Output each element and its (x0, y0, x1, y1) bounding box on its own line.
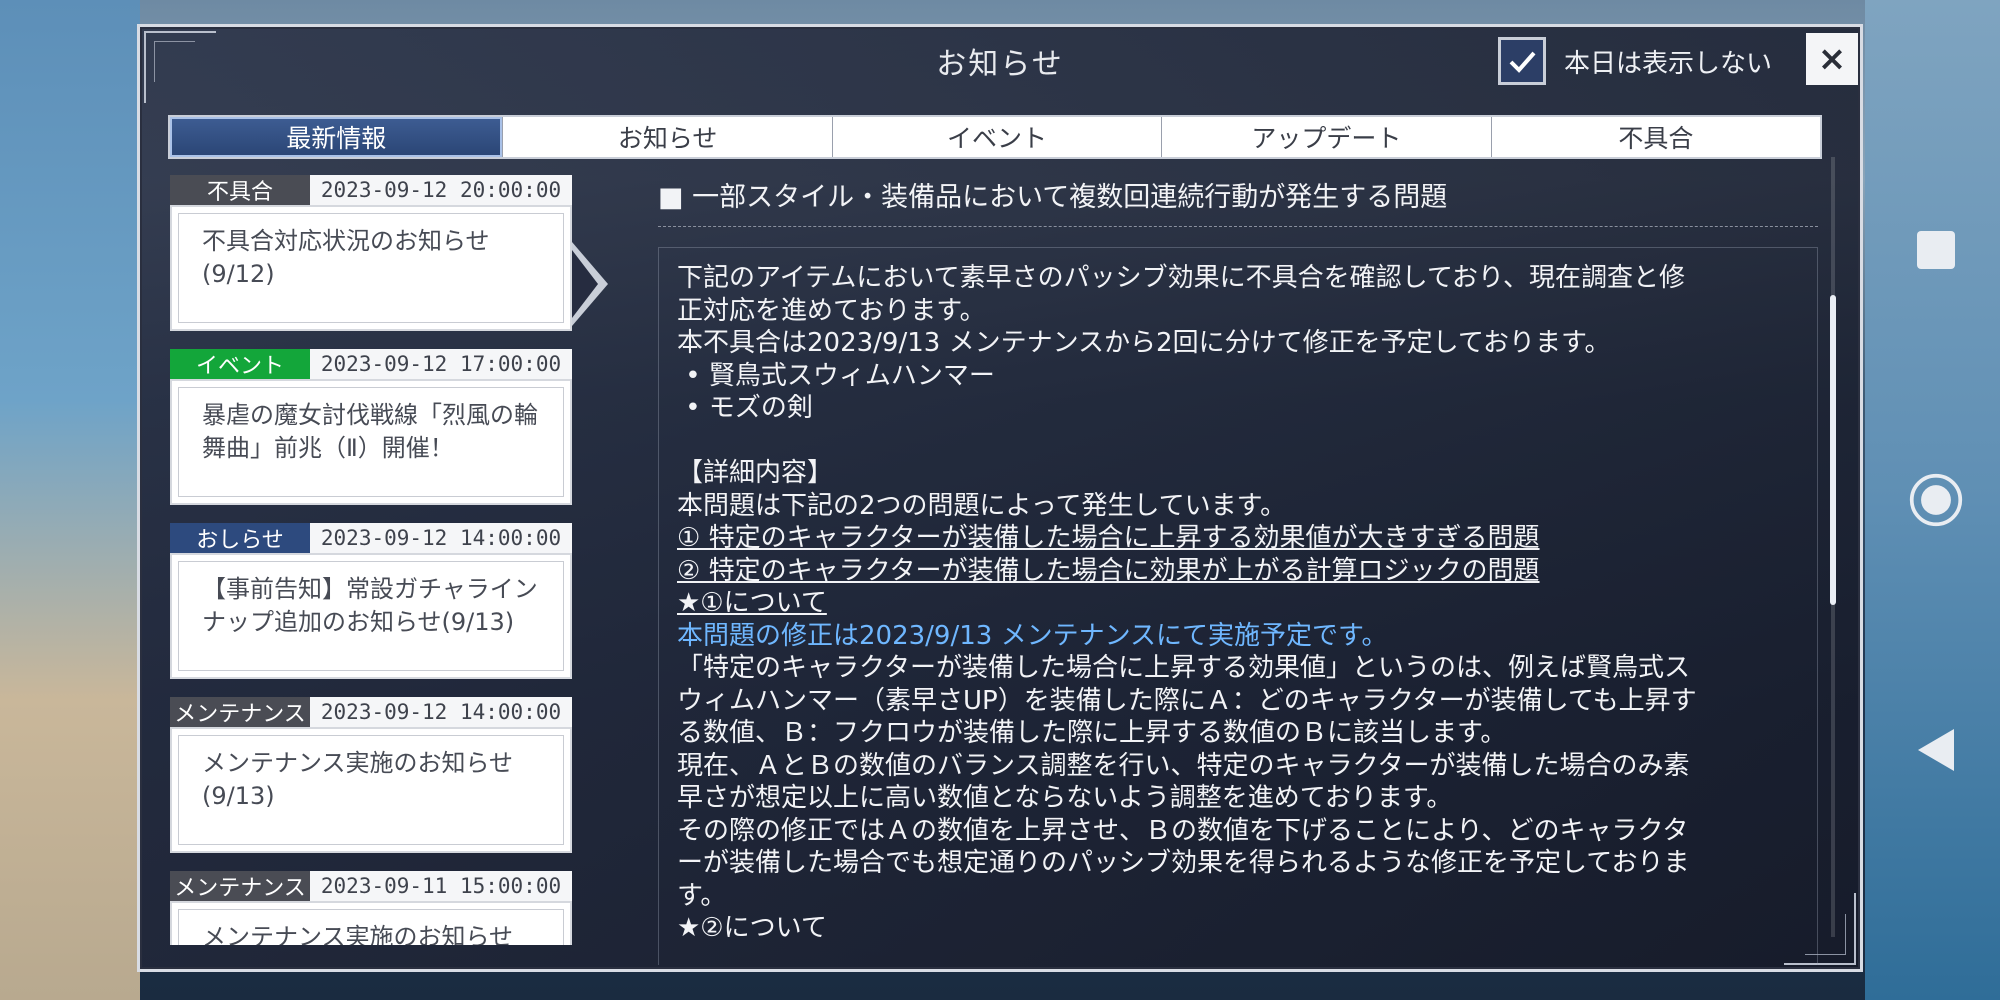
news-date: 2023-09-12 14:00:00 (320, 526, 562, 550)
news-date: 2023-09-11 15:00:00 (320, 874, 562, 898)
news-item[interactable]: おしらせ 2023-09-12 14:00:00 【事前告知】常設ガチャライン … (170, 523, 572, 679)
selected-pointer-inner (572, 250, 598, 318)
news-item-body: メンテナンス実施のお知らせ (9/13) (170, 727, 572, 853)
category-badge: イベント (170, 349, 310, 379)
notice-dialog: お知らせ 本日は表示しない × 最新情報 お知らせ イベント アップデート 不具… (137, 24, 1863, 972)
article-line: 本問題は下記の2つの問題によって発生しています。 (677, 490, 1287, 521)
article-line: る数値、Ｂ：フクロウが装備した際に上昇する数値のＢに該当します。 (677, 718, 1507, 748)
close-icon: × (1817, 39, 1847, 79)
article-heading: ■ 一部スタイル・装備品において複数回連続行動が発生する問題 (658, 175, 1818, 227)
news-item-header: メンテナンス 2023-09-12 14:00:00 (170, 697, 572, 727)
article-scrollbar-thumb[interactable] (1830, 295, 1836, 605)
news-title-line: 暴虐の魔女討伐戦線「烈風の輪 (202, 401, 538, 429)
hide-today-label: 本日は表示しない (1564, 48, 1773, 79)
back-triangle-icon[interactable] (1908, 722, 1964, 778)
home-circle-icon[interactable] (1908, 472, 1964, 528)
news-date: 2023-09-12 14:00:00 (320, 700, 562, 724)
article-line: ウィムハンマー（素早さUP）を装備した際にＡ：どのキャラクターが装備しても上昇す (677, 685, 1697, 716)
hide-today-toggle[interactable]: 本日は表示しない (1498, 35, 1772, 87)
article-body: 下記のアイテムにおいて素早さのパッシブ効果に不具合を確認しており、現在調査と修 … (658, 247, 1818, 965)
article-line: 本不具合は2023/9/13 メンテナンスから2回に分けて修正を予定しております… (677, 328, 1611, 358)
news-title-line: メンテナンス実施のお知らせ (202, 923, 514, 945)
tab-updates[interactable]: アップデート (1161, 117, 1490, 157)
tab-notices[interactable]: お知らせ (502, 117, 831, 157)
category-badge: 不具合 (170, 175, 310, 205)
article-line: その際の修正ではＡの数値を上昇させ、Ｂの数値を下げることにより、どのキャラクタ (677, 815, 1689, 846)
article-line: ★①について (677, 588, 827, 618)
article-line: 現在、ＡとＢの数値のバランス調整を行い、特定のキャラクターが装備した場合のみ素 (677, 750, 1690, 781)
article-line: ★②について (677, 913, 827, 943)
category-badge: おしらせ (170, 523, 310, 553)
news-item-body: 暴虐の魔女討伐戦線「烈風の輪 舞曲」前兆（Ⅱ）開催！ (170, 379, 572, 505)
news-list[interactable]: 不具合 2023-09-12 20:00:00 不具合対応状況のお知らせ (9/… (170, 175, 572, 945)
news-title-line: (9/13) (202, 782, 275, 810)
close-button[interactable]: × (1806, 33, 1858, 85)
article-line: 本問題の修正は2023/9/13 メンテナンスにて実施予定です。 (677, 620, 1388, 651)
news-title-line: メンテナンス実施のお知らせ (202, 749, 514, 777)
news-item-header: メンテナンス 2023-09-11 15:00:00 (170, 871, 572, 901)
news-title-line: (9/12) (202, 260, 275, 288)
article-line: す。 (677, 880, 727, 911)
news-item-body: 不具合対応状況のお知らせ (9/12) (170, 205, 572, 331)
news-item[interactable]: メンテナンス 2023-09-12 14:00:00 メンテナンス実施のお知らせ… (170, 697, 572, 853)
news-title-line: 舞曲」前兆（Ⅱ）開催！ (202, 434, 454, 462)
news-item-body: 【事前告知】常設ガチャライン ナップ追加のお知らせ(9/13) (170, 553, 572, 679)
background-left (0, 0, 140, 1000)
news-item[interactable]: イベント 2023-09-12 17:00:00 暴虐の魔女討伐戦線「烈風の輪 … (170, 349, 572, 505)
category-badge: メンテナンス (170, 697, 310, 727)
news-title-line: 【事前告知】常設ガチャライン (202, 575, 538, 603)
article-line: 「特定のキャラクターが装備した場合に上昇する効果値」というのは、例えば賢鳥式ス (677, 653, 1690, 683)
news-date: 2023-09-12 17:00:00 (320, 352, 562, 376)
news-title-line: 不具合対応状況のお知らせ (202, 227, 490, 255)
news-item[interactable]: メンテナンス 2023-09-11 15:00:00 メンテナンス実施のお知らせ (170, 871, 572, 945)
article-line: ーが装備した場合でも想定通りのパッシブ効果を得られるような修正を予定しておりま (677, 848, 1690, 878)
hide-today-checkbox[interactable] (1498, 37, 1546, 85)
tab-events[interactable]: イベント (831, 117, 1161, 157)
news-date: 2023-09-12 20:00:00 (320, 178, 562, 202)
article-line: • モズの剣 (677, 393, 813, 423)
category-badge: メンテナンス (170, 871, 310, 901)
article-line: 下記のアイテムにおいて素早さのパッシブ効果に不具合を確認しており、現在調査と修 (677, 263, 1686, 293)
news-item-body: メンテナンス実施のお知らせ (170, 901, 572, 945)
article-line: • 賢鳥式スウィムハンマー (677, 360, 995, 391)
news-item-header: おしらせ 2023-09-12 14:00:00 (170, 523, 572, 553)
news-item-header: イベント 2023-09-12 17:00:00 (170, 349, 572, 379)
article-line: 【詳細内容】 (677, 458, 834, 488)
article-line: 正対応を進めております。 (677, 295, 986, 326)
check-icon (1509, 51, 1536, 73)
news-title-line: ナップ追加のお知らせ(9/13) (202, 608, 515, 636)
news-item[interactable]: 不具合 2023-09-12 20:00:00 不具合対応状況のお知らせ (9/… (170, 175, 572, 331)
tab-latest[interactable]: 最新情報 (170, 117, 503, 157)
article-line (677, 425, 1799, 458)
article-line: ① 特定のキャラクターが装備した場合に上昇する効果値が大きすぎる問題 (677, 523, 1540, 553)
square-icon[interactable] (1908, 222, 1964, 278)
news-item-header: 不具合 2023-09-12 20:00:00 (170, 175, 572, 205)
category-tabs: 最新情報 お知らせ イベント アップデート 不具合 (168, 115, 1822, 159)
tab-bugs[interactable]: 不具合 (1490, 117, 1820, 157)
article-line: 早さが想定以上に高い数値とならないよう調整を進めております。 (677, 783, 1453, 813)
article-line: ② 特定のキャラクターが装備した場合に効果が上がる計算ロジックの問題 (677, 555, 1540, 586)
article-panel[interactable]: ■ 一部スタイル・装備品において複数回連続行動が発生する問題 下記のアイテムにお… (658, 175, 1818, 965)
